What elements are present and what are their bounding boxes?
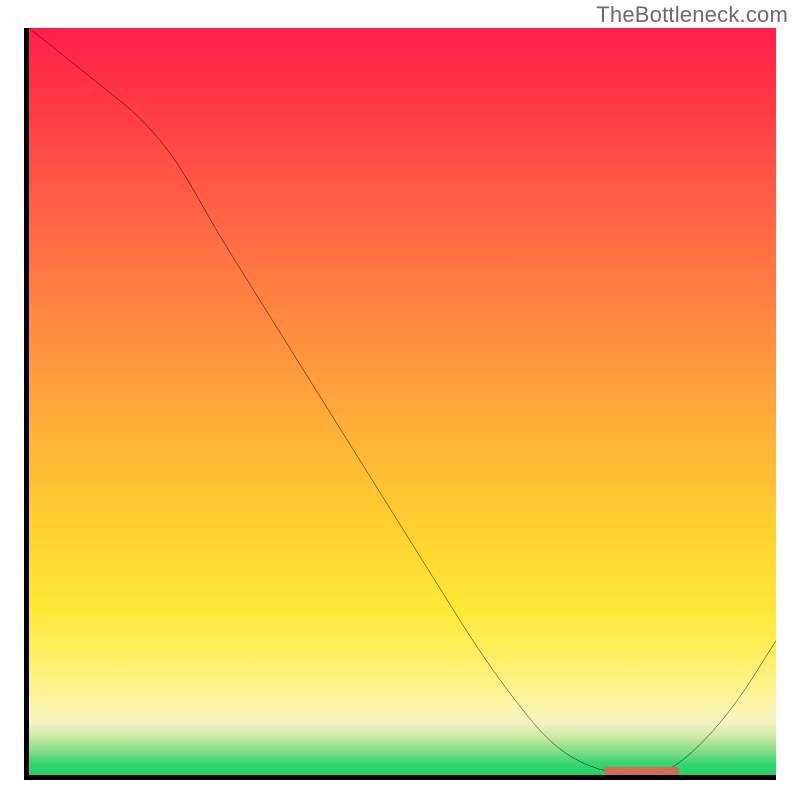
- bottleneck-curve: [29, 28, 776, 775]
- watermark-text: TheBottleneck.com: [596, 2, 788, 28]
- curve-path: [29, 28, 776, 775]
- chart-canvas: TheBottleneck.com: [0, 0, 800, 800]
- optimal-range-marker: [604, 767, 679, 775]
- plot-area: [24, 28, 776, 780]
